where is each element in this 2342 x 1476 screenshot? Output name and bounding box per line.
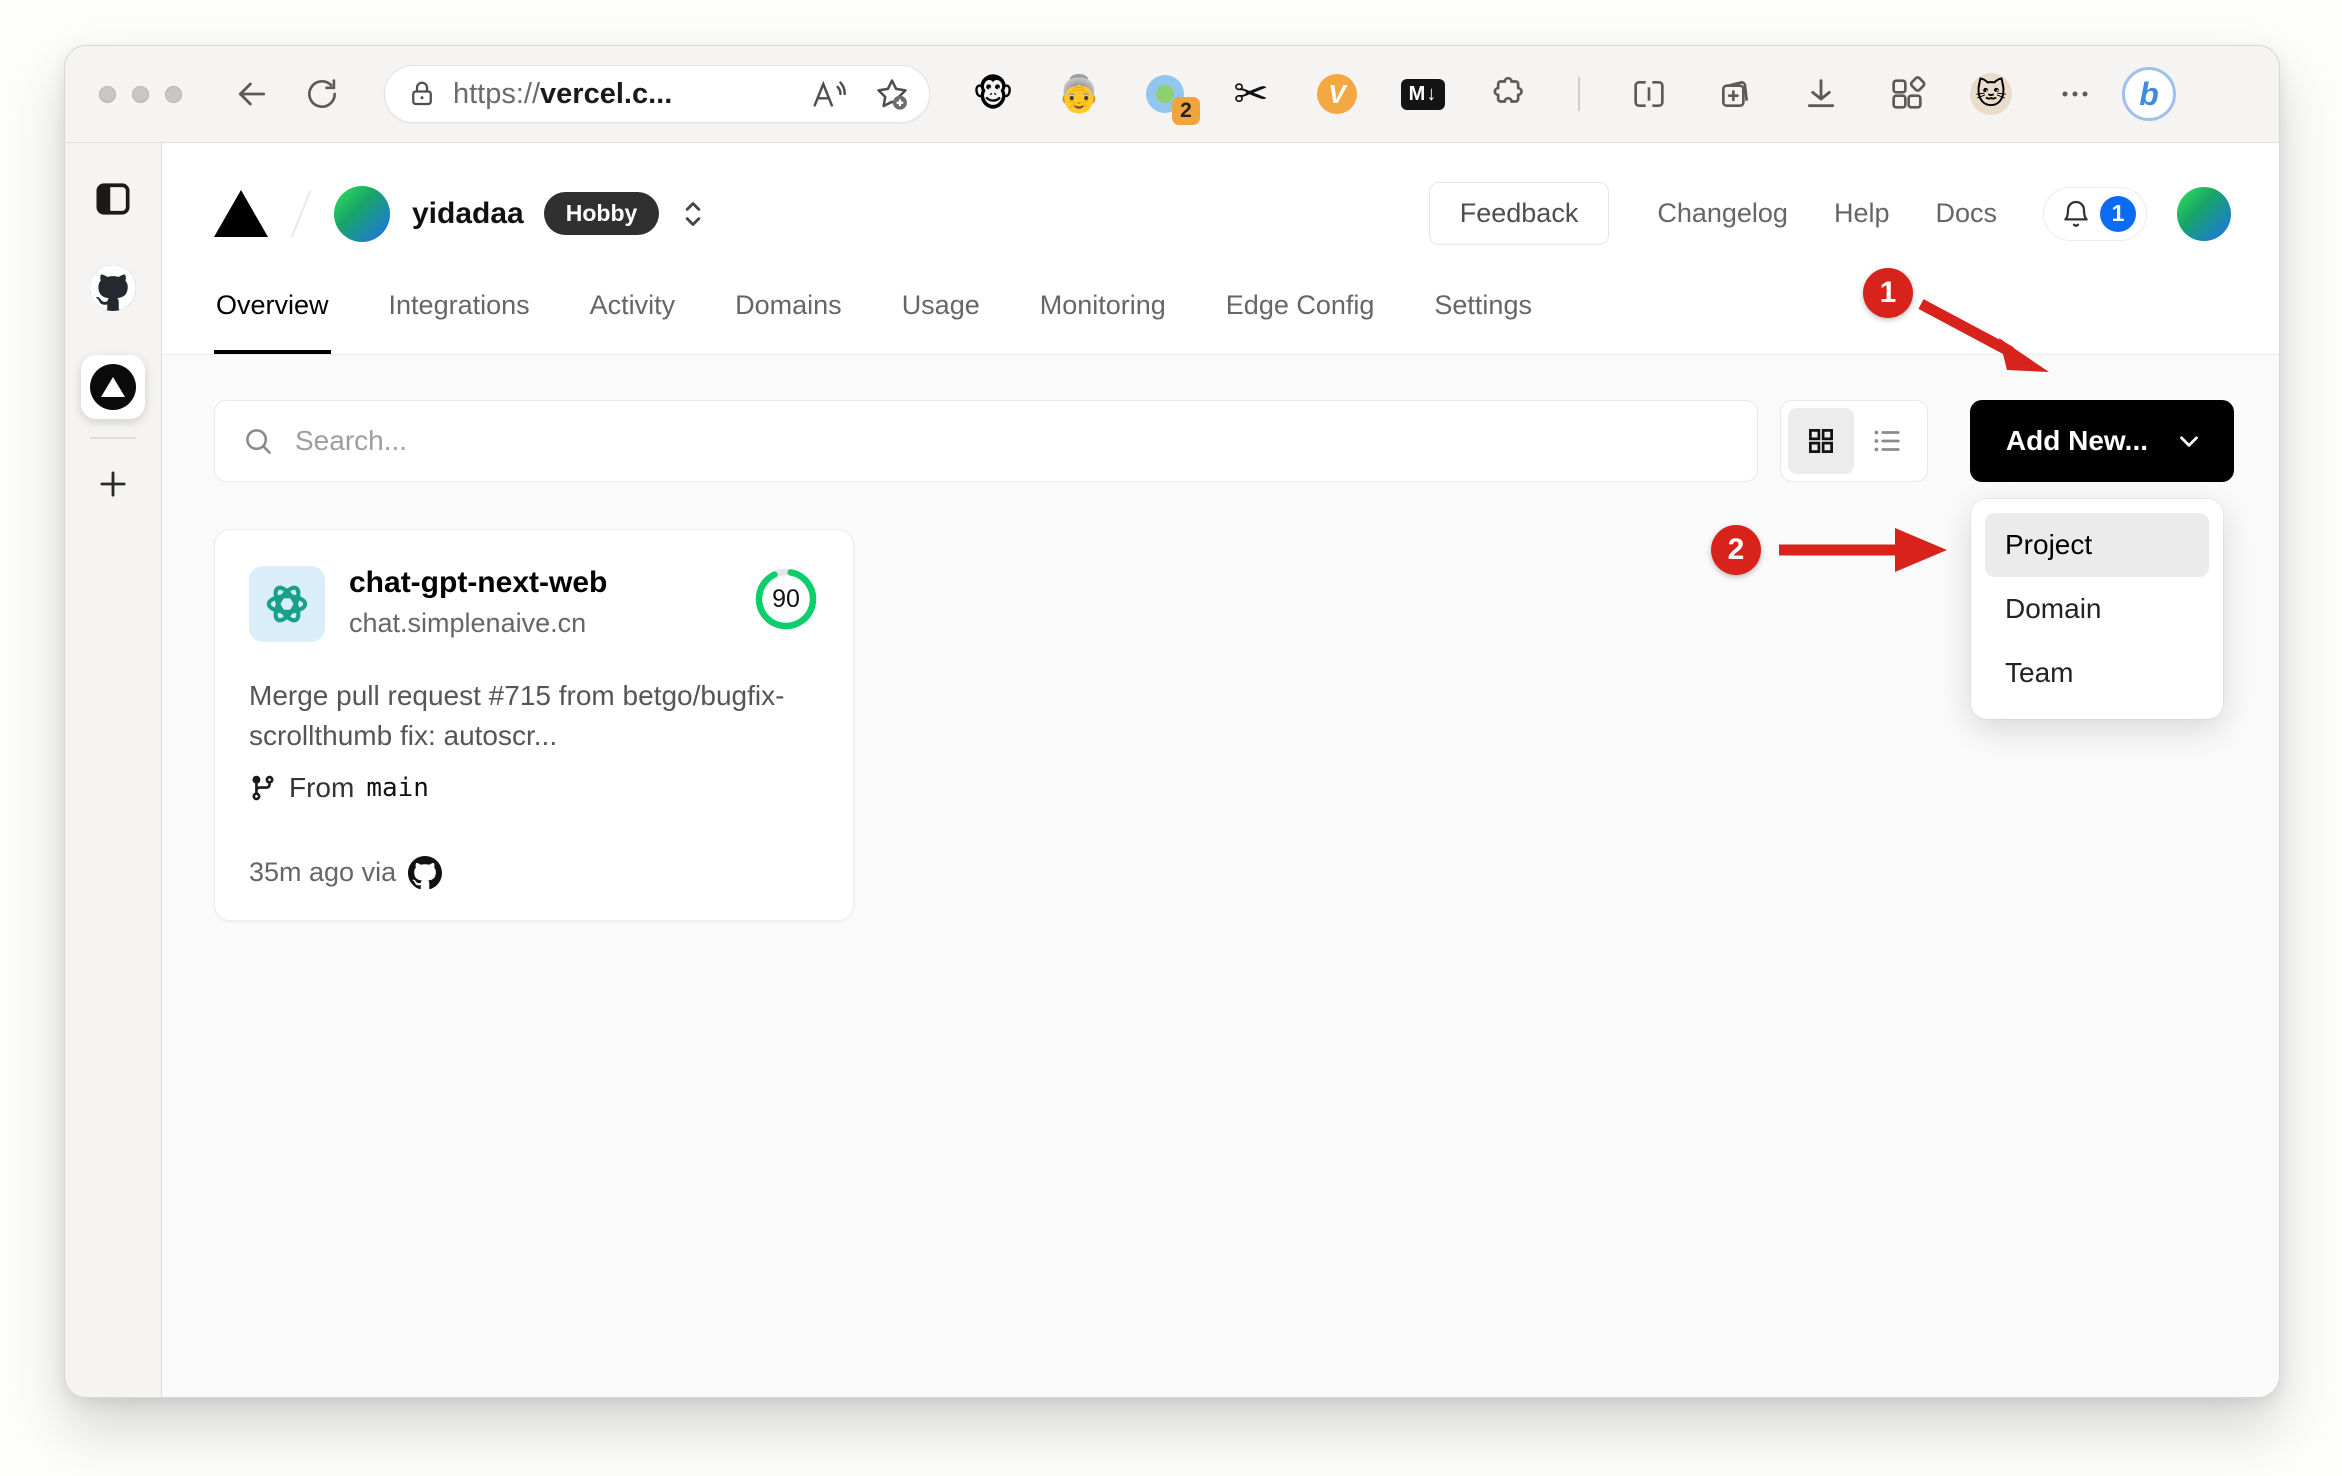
refresh-icon[interactable] (300, 72, 344, 116)
git-branch-icon (249, 774, 277, 802)
desktop-background: https://vercel.c... 🐵 👵 2 ✂ V M↓ 🐱 b yid… (0, 0, 2342, 1476)
user-avatar[interactable] (2177, 186, 2231, 241)
more-menu-icon[interactable] (2052, 71, 2098, 117)
annotation-step-2: 2 (1711, 525, 1761, 575)
window-controls (99, 85, 182, 103)
extension-icons: 🐵 👵 2 ✂ V M↓ 🐱 (970, 71, 2098, 125)
feedback-button[interactable]: Feedback (1428, 182, 1610, 245)
vercel-sidebar-item-active[interactable] (81, 355, 145, 419)
github-source-icon (408, 855, 443, 890)
annotation-step-1: 1 (1863, 268, 1913, 318)
collections-icon[interactable] (1712, 71, 1758, 117)
notifications-button[interactable]: 1 (2043, 186, 2147, 241)
read-aloud-icon[interactable] (809, 76, 849, 112)
back-icon[interactable] (230, 72, 274, 116)
list-view-button[interactable] (1854, 408, 1920, 474)
toolbar-divider (1578, 77, 1580, 111)
dropdown-item-project[interactable]: Project (1985, 513, 2209, 577)
add-new-dropdown: Project Domain Team (1971, 499, 2223, 719)
zoom-window-button[interactable] (165, 85, 182, 103)
grandma-extension-icon[interactable]: 👵 (1056, 71, 1102, 117)
browser-toolbar: https://vercel.c... 🐵 👵 2 ✂ V M↓ 🐱 b (65, 46, 2279, 142)
vercel-logo[interactable] (214, 190, 268, 237)
markdown-extension-icon[interactable]: M↓ (1400, 71, 1446, 117)
url-text: https://vercel.c... (453, 77, 673, 110)
vercel-header: yidadaa Hobby Feedback Changelog Help Do… (162, 143, 2279, 284)
tab-monitoring[interactable]: Monitoring (1038, 284, 1168, 354)
close-window-button[interactable] (99, 85, 116, 103)
browser-essentials-icon[interactable] (1884, 71, 1930, 117)
tab-usage[interactable]: Usage (900, 284, 982, 354)
tab-integrations[interactable]: Integrations (387, 284, 532, 354)
team-avatar (334, 185, 390, 242)
analytics-score-ring[interactable]: 90 (753, 566, 819, 632)
split-screen-icon[interactable] (1626, 71, 1672, 117)
downloads-icon[interactable] (1798, 71, 1844, 117)
badged-extension-icon[interactable]: 2 (1142, 71, 1200, 125)
sidebar-divider (90, 437, 136, 439)
add-new-button[interactable]: Add New... (1969, 400, 2234, 482)
extension-badge-count: 2 (1172, 97, 1200, 125)
docs-link[interactable]: Docs (1935, 198, 1997, 229)
bing-copilot-icon[interactable]: b (2122, 67, 2176, 121)
address-bar[interactable]: https://vercel.c... (384, 65, 930, 123)
edge-sidebar (65, 143, 162, 1397)
lock-icon (407, 79, 437, 109)
tab-edge-config[interactable]: Edge Config (1224, 284, 1377, 354)
annotation-arrow-1 (1911, 294, 2061, 389)
branch-prefix: From (289, 771, 355, 803)
browser-window: https://vercel.c... 🐵 👵 2 ✂ V M↓ 🐱 b yid… (64, 45, 2280, 1398)
dashboard-content: Add New... chat (162, 355, 2279, 1397)
extensions-puzzle-icon[interactable] (1486, 71, 1532, 117)
view-toggle (1779, 400, 1928, 482)
help-link[interactable]: Help (1834, 198, 1890, 229)
favorites-star-icon[interactable] (873, 75, 911, 113)
sidebar-add-icon[interactable] (94, 465, 132, 503)
search-icon (241, 424, 275, 458)
plan-badge: Hobby (543, 192, 660, 235)
commit-message[interactable]: Merge pull request #715 from betgo/bugfi… (249, 676, 819, 756)
breadcrumb-slash (290, 189, 312, 238)
analytics-score: 90 (772, 584, 800, 613)
tab-domains[interactable]: Domains (733, 284, 844, 354)
dropdown-item-domain[interactable]: Domain (1985, 577, 2209, 641)
v-extension-icon[interactable]: V (1314, 71, 1360, 117)
sidebar-toggle-icon[interactable] (91, 177, 135, 221)
branch-name[interactable]: main (366, 773, 429, 803)
grid-view-button[interactable] (1787, 408, 1854, 474)
changelog-link[interactable]: Changelog (1657, 198, 1788, 229)
browser-profile-avatar[interactable]: 🐱 (1970, 73, 2012, 115)
tampermonkey-extension-icon[interactable]: 🐵 (970, 71, 1016, 117)
project-card[interactable]: chat-gpt-next-web chat.simplenaive.cn 90 (214, 529, 854, 921)
search-box (214, 400, 1758, 482)
openai-project-icon (249, 566, 325, 642)
scissors-extension-icon[interactable]: ✂ (1228, 71, 1274, 117)
github-sidebar-icon[interactable] (90, 265, 136, 311)
tab-overview[interactable]: Overview (214, 284, 331, 354)
project-domain[interactable]: chat.simplenaive.cn (349, 608, 743, 639)
project-name[interactable]: chat-gpt-next-web (349, 566, 743, 600)
team-switcher-icon[interactable] (679, 197, 707, 231)
bell-icon (2060, 198, 2092, 230)
tab-settings[interactable]: Settings (1432, 284, 1534, 354)
vercel-triangle-icon (101, 377, 125, 397)
search-input[interactable] (295, 425, 1731, 457)
team-name[interactable]: yidadaa (412, 197, 524, 231)
notification-count-badge: 1 (2100, 195, 2136, 232)
deploy-time: 35m ago via (249, 857, 397, 887)
chevron-down-icon (2174, 426, 2204, 456)
tab-activity[interactable]: Activity (588, 284, 678, 354)
dropdown-item-team[interactable]: Team (1985, 641, 2209, 705)
annotation-arrow-2 (1777, 520, 1957, 580)
minimize-window-button[interactable] (132, 85, 149, 103)
